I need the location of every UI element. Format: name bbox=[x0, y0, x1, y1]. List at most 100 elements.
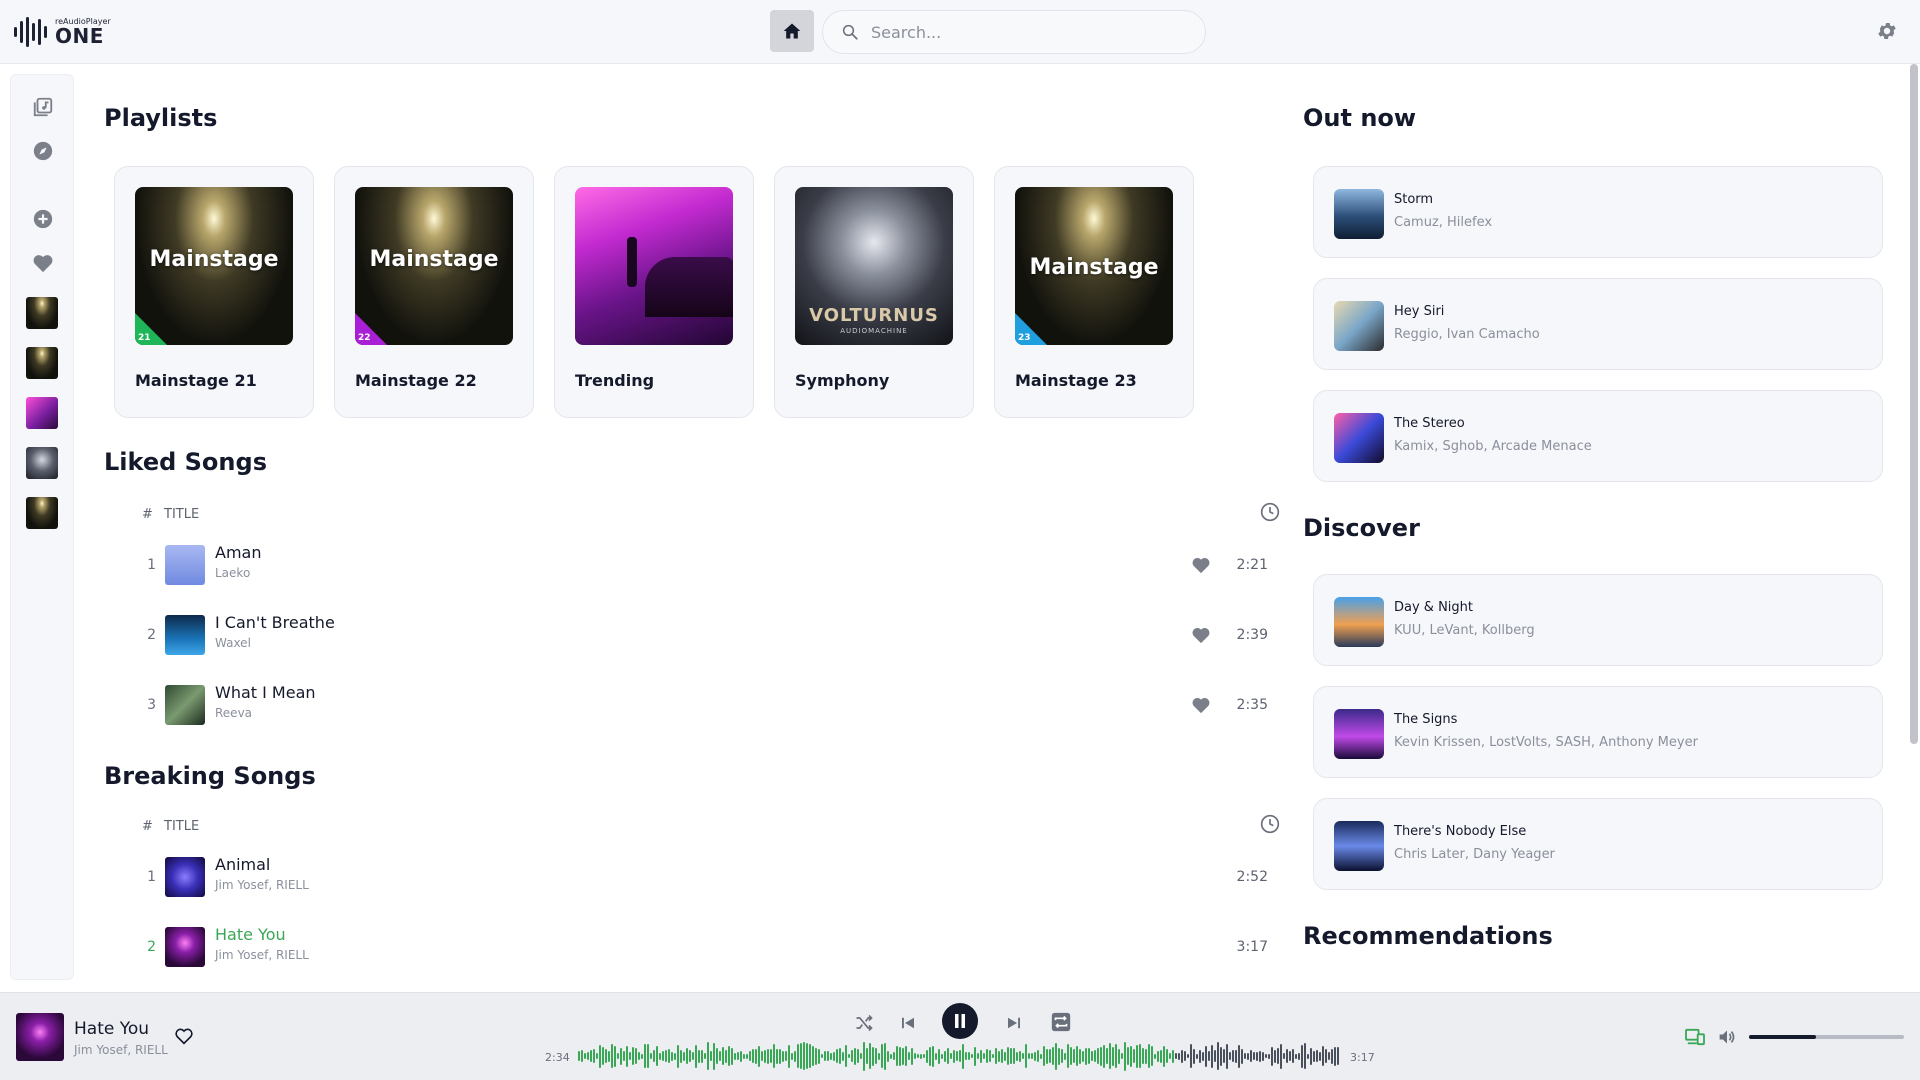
track-title[interactable]: Aman bbox=[215, 543, 261, 562]
add-playlist-button[interactable] bbox=[31, 207, 55, 231]
playlist-cover bbox=[575, 187, 733, 345]
release-thumbnail bbox=[1334, 301, 1384, 351]
discover-artist: Chris Later, Dany Yeager bbox=[1394, 847, 1555, 862]
heart-icon[interactable] bbox=[1191, 626, 1211, 644]
waveform-bar bbox=[863, 1041, 865, 1071]
cover-text: Mainstage bbox=[1029, 255, 1159, 280]
search-input[interactable] bbox=[871, 22, 1171, 42]
waveform-bar bbox=[854, 1047, 856, 1065]
waveform-bar bbox=[914, 1053, 916, 1059]
page-scrollbar[interactable] bbox=[1910, 64, 1918, 744]
playlist-card-mainstage-21[interactable]: Mainstage 21 Mainstage 21 bbox=[114, 166, 314, 418]
app-logo[interactable]: reAudioPlayer ONE bbox=[14, 14, 111, 50]
waveform-bar bbox=[725, 1049, 727, 1063]
track-number: 1 bbox=[147, 557, 156, 573]
track-artist[interactable]: Jim Yosef, RIELL bbox=[215, 948, 309, 962]
waveform-bar bbox=[932, 1045, 934, 1067]
cover-subtitle: AUDIOMACHINE bbox=[840, 327, 908, 335]
track-artist[interactable]: Reeva bbox=[215, 706, 252, 720]
waveform-bar bbox=[869, 1043, 871, 1069]
waveform-bar bbox=[1292, 1049, 1294, 1063]
waveform-bar bbox=[1205, 1045, 1207, 1067]
waveform-bar bbox=[926, 1049, 928, 1063]
heart-icon[interactable] bbox=[1191, 556, 1211, 574]
heart-icon[interactable] bbox=[1191, 696, 1211, 714]
playlist-card-trending[interactable]: Trending bbox=[554, 166, 754, 418]
release-card[interactable]: Hey Siri Reggio, Ivan Camacho bbox=[1313, 278, 1883, 370]
waveform-bar bbox=[1037, 1050, 1039, 1062]
waveform-bar bbox=[1001, 1049, 1003, 1063]
now-playing-title[interactable]: Hate You bbox=[74, 1019, 149, 1039]
waveform-bar bbox=[644, 1044, 646, 1068]
volume-slider[interactable] bbox=[1749, 1035, 1904, 1039]
playlist-card-mainstage-22[interactable]: Mainstage 22 Mainstage 22 bbox=[334, 166, 534, 418]
track-artist[interactable]: Laeko bbox=[215, 566, 250, 580]
repeat-button[interactable] bbox=[1048, 1009, 1074, 1035]
devices-button[interactable] bbox=[1684, 1027, 1706, 1047]
waveform-bar bbox=[998, 1050, 1000, 1062]
shuffle-button[interactable] bbox=[852, 1011, 876, 1035]
sidebar-playlist-symphony[interactable] bbox=[26, 447, 58, 479]
playlist-card-mainstage-23[interactable]: Mainstage 23 Mainstage 23 bbox=[994, 166, 1194, 418]
playlist-cover: Mainstage 22 bbox=[355, 187, 513, 345]
heart-outline-icon[interactable] bbox=[174, 1027, 194, 1045]
track-title[interactable]: Animal bbox=[215, 855, 270, 874]
track-title[interactable]: What I Mean bbox=[215, 683, 316, 702]
release-card[interactable]: Storm Camuz, Hilefex bbox=[1313, 166, 1883, 258]
sidebar-playlist-mainstage-21[interactable] bbox=[26, 297, 58, 329]
waveform-bar bbox=[938, 1048, 940, 1064]
track-artist[interactable]: Jim Yosef, RIELL bbox=[215, 878, 309, 892]
waveform-bar bbox=[1178, 1052, 1180, 1060]
discover-card[interactable]: There's Nobody Else Chris Later, Dany Ye… bbox=[1313, 798, 1883, 890]
track-title[interactable]: I Can't Breathe bbox=[215, 613, 335, 632]
previous-button[interactable] bbox=[896, 1011, 920, 1035]
waveform-progress[interactable] bbox=[578, 1039, 1340, 1073]
waveform-bar bbox=[929, 1046, 931, 1066]
waveform-bar bbox=[1310, 1047, 1312, 1065]
waveform-bar bbox=[1154, 1053, 1156, 1059]
search-bar[interactable] bbox=[822, 10, 1206, 54]
waveform-bar bbox=[968, 1052, 970, 1060]
playlist-name: Mainstage 23 bbox=[1015, 371, 1137, 390]
liked-songs-button[interactable] bbox=[31, 251, 55, 275]
waveform-bar bbox=[1127, 1047, 1129, 1065]
now-playing-thumbnail[interactable] bbox=[16, 1013, 64, 1061]
waveform-bar bbox=[1229, 1052, 1231, 1060]
elapsed-time: 2:34 bbox=[545, 1051, 570, 1064]
badge-number: 21 bbox=[138, 333, 151, 343]
waveform-bar bbox=[761, 1051, 763, 1061]
sidebar-playlist-trending[interactable] bbox=[26, 397, 58, 429]
waveform-bar bbox=[611, 1044, 613, 1068]
waveform-bar bbox=[866, 1048, 868, 1064]
sidebar-playlist-mainstage-22[interactable] bbox=[26, 347, 58, 379]
waveform-bar bbox=[962, 1043, 964, 1069]
waveform-bar bbox=[1058, 1047, 1060, 1065]
now-playing-artist[interactable]: Jim Yosef, RIELL bbox=[74, 1043, 168, 1057]
waveform-bar bbox=[692, 1052, 694, 1060]
waveform-bar bbox=[1256, 1051, 1258, 1061]
home-button[interactable] bbox=[770, 10, 814, 52]
waveform-bar bbox=[1013, 1048, 1015, 1064]
waveform-bar bbox=[977, 1053, 979, 1059]
settings-button[interactable] bbox=[1876, 20, 1900, 44]
track-artist[interactable]: Waxel bbox=[215, 636, 251, 650]
volume-button[interactable] bbox=[1716, 1027, 1738, 1047]
pause-button[interactable] bbox=[942, 1003, 978, 1039]
waveform-bar bbox=[734, 1052, 736, 1060]
playlist-card-symphony[interactable]: VOLTURNUS AUDIOMACHINE Symphony bbox=[774, 166, 974, 418]
explore-button[interactable] bbox=[31, 139, 55, 163]
release-card[interactable]: The Stereo Kamix, Sghob, Arcade Menace bbox=[1313, 390, 1883, 482]
waveform-bar bbox=[686, 1048, 688, 1064]
discover-card[interactable]: The Signs Kevin Krissen, LostVolts, SASH… bbox=[1313, 686, 1883, 778]
sidebar-playlist-mainstage-23[interactable] bbox=[26, 497, 58, 529]
discover-card[interactable]: Day & Night KUU, LeVant, Kollberg bbox=[1313, 574, 1883, 666]
next-button[interactable] bbox=[1002, 1011, 1026, 1035]
recommendations-heading: Recommendations bbox=[1303, 922, 1553, 950]
waveform-bar bbox=[812, 1046, 814, 1066]
waveform-bar bbox=[1232, 1050, 1234, 1062]
waveform-bar bbox=[665, 1050, 667, 1062]
track-title[interactable]: Hate You bbox=[215, 925, 286, 944]
waveform-bar bbox=[947, 1048, 949, 1064]
skip-previous-icon bbox=[902, 1017, 914, 1029]
library-button[interactable] bbox=[31, 95, 55, 119]
